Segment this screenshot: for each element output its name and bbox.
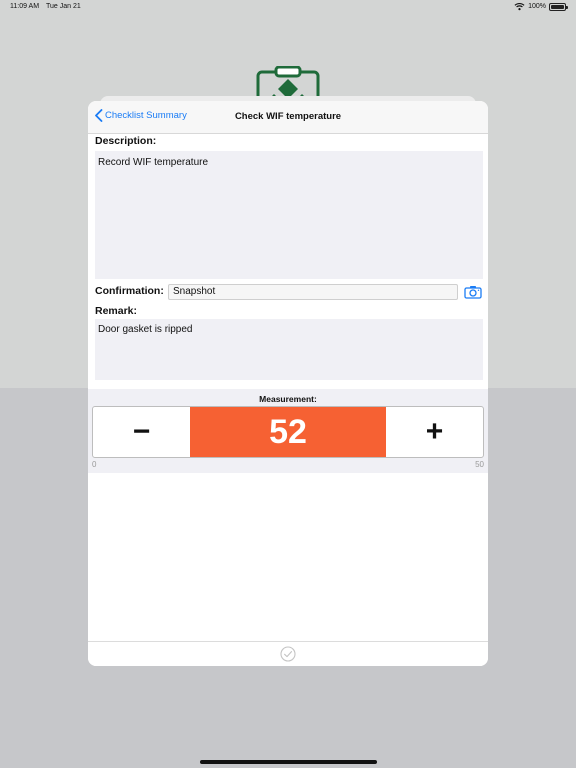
wifi-icon — [514, 3, 525, 11]
page-title: Check WIF temperature — [234, 111, 342, 122]
remark-field[interactable]: Door gasket is ripped — [95, 319, 483, 380]
remark-label: Remark: — [95, 305, 138, 317]
task-detail-modal: Checklist Summary Check WIF temperature … — [88, 101, 488, 666]
description-field[interactable]: Record WIF temperature — [95, 151, 483, 279]
confirmation-field[interactable]: Snapshot — [168, 284, 458, 300]
range-max-label: 50 — [475, 460, 484, 469]
battery-percent: 100% — [528, 3, 546, 10]
home-indicator[interactable] — [200, 760, 377, 764]
status-time: 11:09 AM — [10, 3, 40, 10]
remark-text: Door gasket is ripped — [98, 324, 193, 335]
measurement-value: 52 — [190, 407, 386, 457]
decrement-button[interactable]: − — [93, 407, 190, 457]
camera-icon[interactable] — [464, 285, 482, 299]
status-right: 100% — [514, 2, 568, 11]
modal-footer — [88, 641, 488, 666]
measurement-label: Measurement: — [259, 394, 317, 404]
battery-fill — [551, 4, 564, 9]
measurement-section: Measurement: − 52 + 0 50 — [88, 389, 488, 473]
measurement-stepper: − 52 + — [92, 406, 484, 458]
description-text: Record WIF temperature — [98, 157, 209, 168]
description-label: Description: — [95, 135, 157, 147]
status-date: Tue Jan 21 — [46, 3, 81, 10]
checkmark-circle-icon[interactable] — [280, 646, 296, 662]
battery-icon — [549, 2, 568, 11]
increment-button[interactable]: + — [386, 407, 483, 457]
navigation-bar: Checklist Summary Check WIF temperature — [88, 101, 488, 134]
confirmation-label: Confirmation: — [95, 285, 164, 297]
status-bar: 11:09 AM Tue Jan 21 100% — [0, 0, 576, 14]
range-min-label: 0 — [92, 460, 97, 469]
